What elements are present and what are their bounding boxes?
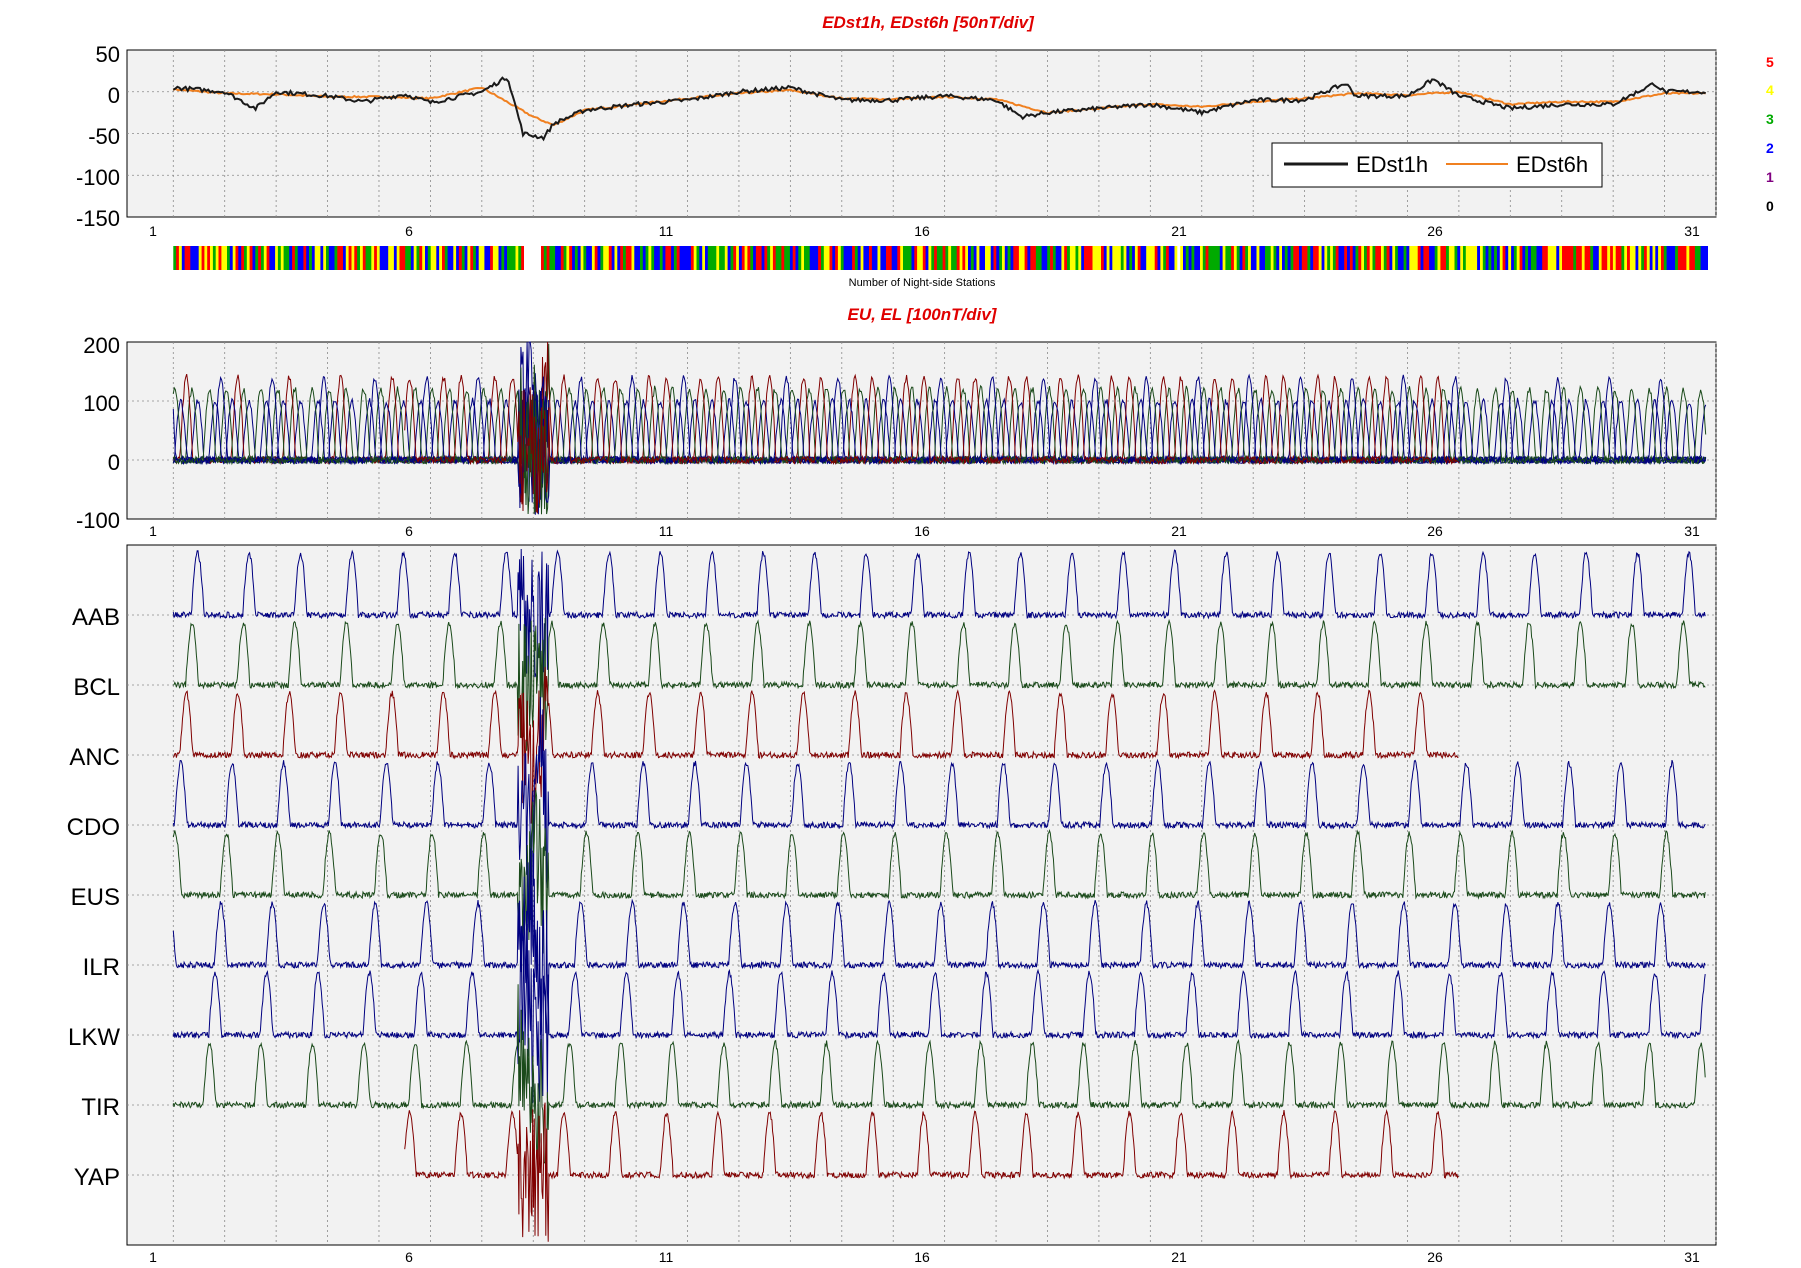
stations-x-ticks: 1 6 11 16 21 26 31 — [149, 1249, 1700, 1265]
station-label-aab: AAB — [72, 604, 120, 631]
dst-xtick-label: 31 — [1684, 223, 1700, 239]
station-labels: AAB BCL ANC CDO EUS ILR LKW TIR YAP — [67, 604, 121, 1191]
station-label-bcl: BCL — [73, 674, 120, 701]
station-label-ilr: ILR — [83, 954, 120, 981]
eu-el-x-ticks: 1 6 11 16 21 26 31 — [149, 523, 1700, 539]
figure: EDst1h, EDst6h [50nT/div] 50 0 -50 -100 … — [67, 13, 1774, 1265]
station-label-cdo: CDO — [67, 814, 120, 841]
dst-xtick-label: 11 — [659, 223, 674, 239]
eu-el-ytick-label: 200 — [83, 333, 120, 358]
stations-xtick-label: 26 — [1427, 1249, 1443, 1265]
colorbar-level-2: 2 — [1766, 140, 1774, 156]
eu-el-xtick-label: 16 — [914, 523, 930, 539]
colorbar-level-1: 1 — [1766, 169, 1774, 185]
dst-legend: EDst1h EDst6h — [1271, 142, 1603, 188]
night-side-stations-strip — [173, 246, 1708, 270]
eu-el-xtick-label: 31 — [1684, 523, 1700, 539]
strip-label: Number of Night-side Stations — [849, 277, 996, 289]
colorbar-level-4: 4 — [1766, 82, 1774, 98]
colorbar-level-3: 3 — [1766, 111, 1774, 127]
dst-ytick-label: 50 — [96, 42, 120, 67]
dst-xtick-label: 26 — [1427, 223, 1443, 239]
panel1-title: EDst1h, EDst6h [50nT/div] — [822, 13, 1035, 32]
eu-el-xtick-label: 1 — [149, 523, 157, 539]
dst-xtick-label: 1 — [149, 223, 157, 239]
stations-xtick-label: 11 — [659, 1249, 674, 1265]
station-label-anc: ANC — [69, 744, 120, 771]
eu-el-ytick-label: -100 — [76, 508, 120, 533]
colorbar-legend: 5 4 3 2 1 0 — [1766, 54, 1774, 214]
eu-el-xtick-label: 26 — [1427, 523, 1443, 539]
stations-xtick-label: 31 — [1684, 1249, 1700, 1265]
dst-xtick-label: 16 — [914, 223, 930, 239]
dst-xtick-label: 6 — [405, 223, 413, 239]
legend-edst1h-label: EDst1h — [1356, 152, 1428, 177]
station-label-yap: YAP — [74, 1164, 120, 1191]
station-label-eus: EUS — [71, 884, 120, 911]
stations-xtick-label: 21 — [1171, 1249, 1187, 1265]
strip-cell — [1703, 246, 1708, 270]
eu-el-y-ticks: 200 100 0 -100 — [76, 333, 120, 533]
stations-xtick-label: 1 — [149, 1249, 157, 1265]
eu-el-xtick-label: 11 — [659, 523, 674, 539]
stations-xtick-label: 16 — [914, 1249, 930, 1265]
eu-el-xtick-label: 6 — [405, 523, 413, 539]
colorbar-level-0: 0 — [1766, 198, 1774, 214]
station-label-tir: TIR — [81, 1094, 120, 1121]
eu-el-ytick-label: 100 — [83, 391, 120, 416]
eu-el-ytick-label: 0 — [108, 450, 120, 475]
dst-xtick-label: 21 — [1171, 223, 1187, 239]
dst-x-ticks: 1 6 11 16 21 26 31 — [149, 223, 1700, 239]
dst-ytick-label: 0 — [108, 83, 120, 108]
eu-el-xtick-label: 21 — [1171, 523, 1187, 539]
panel2-title: EU, EL [100nT/div] — [848, 305, 998, 324]
dst-y-ticks: 50 0 -50 -100 -150 — [76, 42, 120, 231]
station-label-lkw: LKW — [68, 1024, 120, 1051]
legend-edst6h-label: EDst6h — [1516, 152, 1588, 177]
colorbar-level-5: 5 — [1766, 54, 1774, 70]
dst-ytick-label: -50 — [88, 124, 120, 149]
stations-xtick-label: 6 — [405, 1249, 413, 1265]
dst-ytick-label: -100 — [76, 165, 120, 190]
dst-ytick-label: -150 — [76, 206, 120, 231]
